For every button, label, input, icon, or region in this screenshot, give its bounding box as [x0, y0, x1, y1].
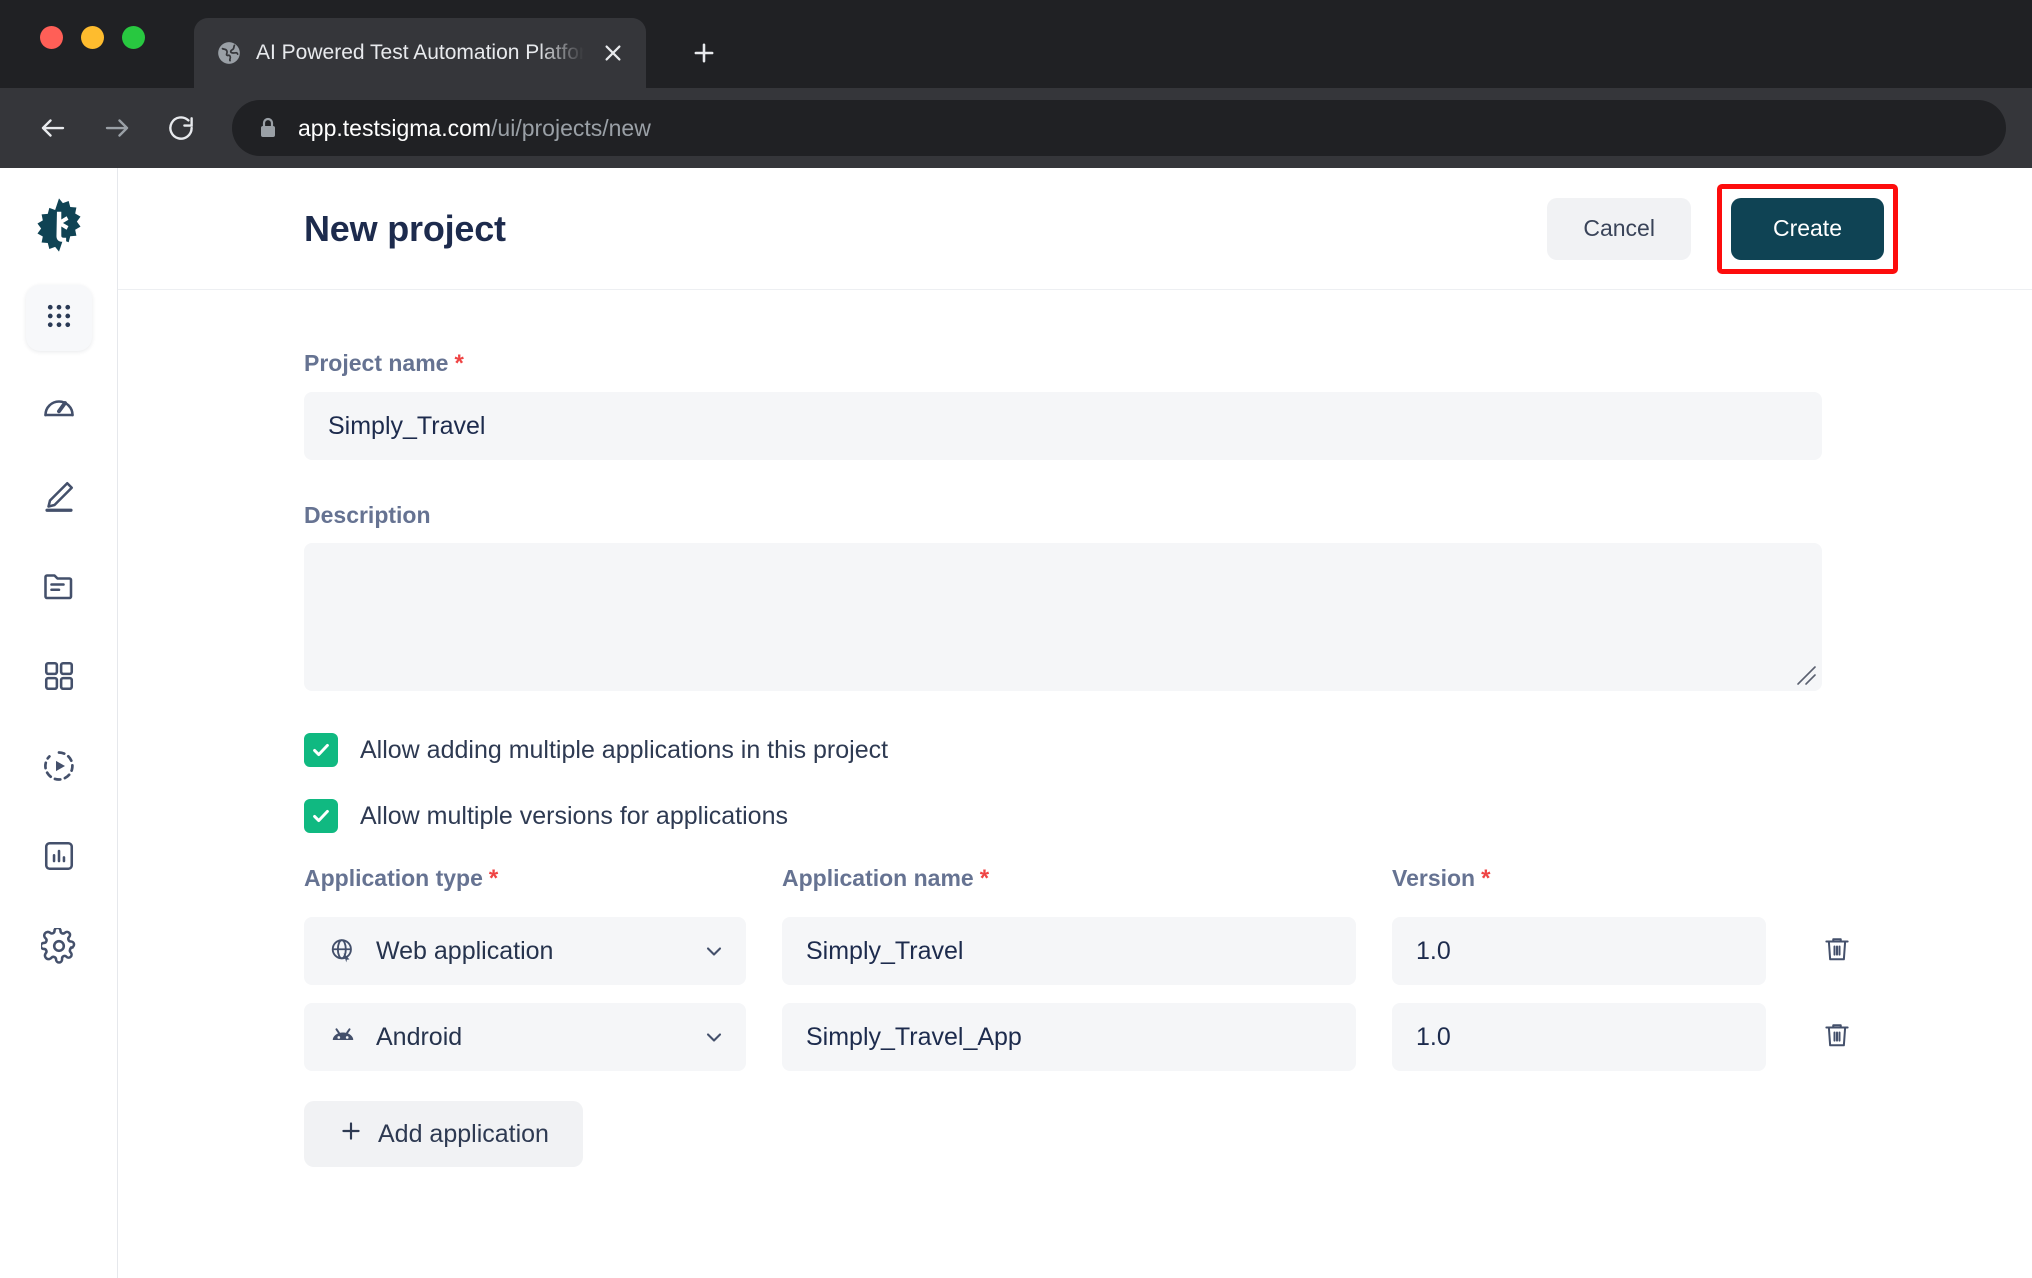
reload-icon[interactable] — [154, 101, 208, 155]
browser-tab-title: AI Powered Test Automation Platform — [256, 41, 584, 64]
application-type-value: Android — [376, 1022, 463, 1051]
left-sidebar — [0, 168, 118, 1278]
browser-window: AI Powered Test Automation Platform app.… — [0, 0, 2032, 1278]
browser-toolbar: app.testsigma.com/ui/projects/new — [0, 88, 2032, 168]
bar-chart-icon — [42, 839, 76, 878]
required-asterisk: * — [1481, 865, 1491, 892]
application-type-select[interactable]: Web application — [304, 917, 746, 985]
sidebar-item-apps-grid[interactable] — [25, 285, 92, 351]
sidebar-item-reports[interactable] — [26, 825, 92, 891]
description-label-text: Description — [304, 502, 431, 528]
play-circle-icon — [41, 748, 77, 789]
create-button-highlight: Create — [1716, 183, 1898, 274]
version-header-text: Version — [1392, 865, 1476, 891]
android-icon — [328, 1022, 358, 1052]
checkbox-checked-icon[interactable] — [304, 799, 338, 833]
applications-table-header: Application type * Application name * Ve… — [304, 865, 1898, 907]
application-name-header-text: Application name — [782, 865, 974, 891]
pencil-icon — [41, 478, 77, 519]
page-header: New project Cancel Create — [118, 168, 2032, 290]
address-bar-url: app.testsigma.com/ui/projects/new — [298, 115, 651, 142]
new-project-form: Project name * Simply_Travel Description — [118, 290, 2032, 1167]
allow-multiple-versions-label: Allow multiple versions for applications — [360, 801, 788, 830]
cancel-button[interactable]: Cancel — [1547, 197, 1691, 260]
delete-application-button[interactable] — [1792, 917, 1882, 985]
app-body: New project Cancel Create Project name *… — [0, 168, 2032, 1278]
new-tab-button[interactable] — [682, 31, 726, 75]
add-application-button[interactable]: Add application — [304, 1101, 583, 1167]
project-name-label-text: Project name — [304, 350, 449, 376]
add-application-label: Add application — [378, 1119, 549, 1148]
sidebar-item-settings[interactable] — [26, 915, 92, 981]
application-row: Android Simply_Travel_App 1.0 — [304, 1003, 1898, 1071]
sidebar-item-test-plans[interactable] — [26, 735, 92, 801]
required-asterisk: * — [454, 350, 464, 377]
allow-multiple-versions-row[interactable]: Allow multiple versions for applications — [304, 799, 1898, 833]
globe-icon — [216, 40, 242, 66]
close-window-button[interactable] — [40, 26, 63, 49]
application-type-header: Application type * — [304, 865, 746, 893]
application-type-value: Web application — [376, 936, 554, 965]
project-name-label: Project name * — [304, 350, 1898, 378]
sidebar-item-test-suites[interactable] — [26, 645, 92, 711]
address-bar[interactable]: app.testsigma.com/ui/projects/new — [232, 100, 2006, 156]
project-name-input[interactable]: Simply_Travel — [304, 392, 1822, 460]
trash-icon — [1822, 1020, 1852, 1055]
description-textarea[interactable] — [304, 543, 1822, 691]
checkbox-checked-icon[interactable] — [304, 733, 338, 767]
forward-arrow-icon[interactable] — [90, 101, 144, 155]
allow-multiple-applications-row[interactable]: Allow adding multiple applications in th… — [304, 733, 1898, 767]
sidebar-item-create[interactable] — [26, 465, 92, 531]
back-arrow-icon[interactable] — [26, 101, 80, 155]
application-name-header: Application name * — [782, 865, 1356, 893]
required-asterisk: * — [979, 865, 990, 892]
actions-header-spacer — [1792, 865, 1882, 907]
speedometer-icon — [41, 388, 77, 429]
plus-icon — [338, 1118, 364, 1151]
resize-handle-icon[interactable] — [1795, 664, 1817, 686]
application-name-input[interactable]: Simply_Travel_App — [782, 1003, 1356, 1071]
minimize-window-button[interactable] — [81, 26, 104, 49]
url-host: app.testsigma.com — [298, 114, 492, 141]
browser-tab[interactable]: AI Powered Test Automation Platform — [194, 18, 646, 88]
version-header: Version * — [1392, 865, 1766, 893]
application-type-header-text: Application type — [304, 865, 483, 891]
chevron-down-icon[interactable] — [702, 1025, 726, 1049]
grid-dots-icon — [44, 301, 74, 336]
folder-lines-icon — [41, 568, 77, 609]
description-label: Description — [304, 502, 1898, 529]
create-button[interactable]: Create — [1730, 197, 1884, 260]
header-actions: Cancel Create — [1547, 183, 1898, 274]
application-row: Web application Simply_Travel 1.0 — [304, 917, 1898, 985]
application-name-input[interactable]: Simply_Travel — [782, 917, 1356, 985]
chevron-down-icon[interactable] — [702, 939, 726, 963]
testsigma-logo-icon[interactable] — [30, 196, 88, 259]
page-title: New project — [304, 207, 506, 249]
squares-icon — [42, 659, 76, 698]
allow-multiple-applications-label: Allow adding multiple applications in th… — [360, 735, 889, 764]
browser-titlebar: AI Powered Test Automation Platform — [0, 0, 2032, 88]
trash-icon — [1822, 934, 1852, 969]
gear-icon — [39, 926, 77, 969]
lock-icon — [258, 115, 280, 141]
close-icon[interactable] — [598, 38, 628, 68]
version-input[interactable]: 1.0 — [1392, 917, 1766, 985]
url-path: /ui/projects/new — [491, 114, 651, 141]
globe-cursor-icon — [328, 936, 358, 966]
window-controls — [40, 26, 145, 49]
version-input[interactable]: 1.0 — [1392, 1003, 1766, 1071]
sidebar-item-dashboard[interactable] — [26, 375, 92, 441]
application-type-select[interactable]: Android — [304, 1003, 746, 1071]
main-content: New project Cancel Create Project name *… — [118, 168, 2032, 1278]
maximize-window-button[interactable] — [122, 26, 145, 49]
required-asterisk: * — [488, 865, 499, 892]
sidebar-item-test-cases[interactable] — [26, 555, 92, 621]
delete-application-button[interactable] — [1792, 1003, 1882, 1071]
